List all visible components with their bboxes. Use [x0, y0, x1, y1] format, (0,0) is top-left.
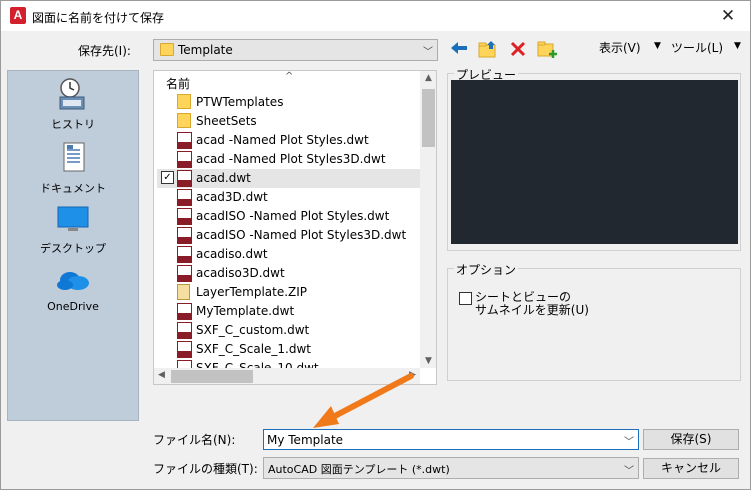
file-name: SheetSets	[196, 114, 257, 128]
file-list-item[interactable]: MyTemplate.dwt	[157, 302, 420, 321]
file-list-item[interactable]: SheetSets	[157, 112, 420, 131]
dwt-file-icon	[177, 208, 192, 225]
vertical-scrollbar[interactable]: ▲ ▼	[420, 71, 436, 368]
save-button[interactable]: 保存(S)	[643, 429, 739, 450]
file-list-item[interactable]: acad -Named Plot Styles.dwt	[157, 131, 420, 150]
file-name: LayerTemplate.ZIP	[196, 285, 308, 299]
annotation-arrow-icon	[313, 373, 414, 428]
file-list-item[interactable]: ✓ acad.dwt	[157, 169, 420, 188]
dwt-file-icon	[177, 170, 192, 187]
column-header-name[interactable]: 名前	[166, 75, 190, 92]
filetype-combo[interactable]: AutoCAD 図面テンプレート (*.dwt) ﹀	[263, 457, 639, 479]
onedrive-icon	[57, 272, 89, 290]
dwt-file-icon	[177, 265, 192, 282]
new-folder-icon[interactable]	[536, 39, 558, 59]
up-folder-icon[interactable]	[477, 39, 499, 59]
update-thumbnails-label-line2: サムネイルを更新(U)	[475, 303, 589, 317]
close-button[interactable]: ✕	[706, 1, 750, 31]
save-drawing-dialog: A 図面に名前を付けて保存 ✕ 保存先(I): Template ﹀ 表示(V)…	[0, 0, 751, 490]
place-desktop[interactable]: デスクトップ	[8, 205, 138, 256]
scroll-thumb[interactable]	[422, 89, 435, 147]
file-name: acad3D.dwt	[196, 190, 268, 204]
file-name: SXF_C_Scale_1.dwt	[196, 342, 311, 356]
documents-icon	[63, 142, 85, 172]
dwt-file-icon	[177, 227, 192, 244]
options-title: オプション	[454, 261, 519, 278]
folder-icon	[177, 94, 191, 109]
view-menu[interactable]: 表示(V)	[599, 39, 641, 56]
file-list-item[interactable]: acadiso.dwt	[157, 245, 420, 264]
file-name: acadiso3D.dwt	[196, 266, 285, 280]
dwt-file-icon	[177, 341, 192, 358]
dwt-file-icon	[177, 132, 192, 149]
dwt-file-icon	[177, 303, 192, 320]
filename-label: ファイル名(N):	[153, 433, 236, 447]
delete-icon[interactable]	[508, 39, 530, 59]
dwt-file-icon	[177, 322, 192, 339]
view-menu-label: 表示(V)	[599, 41, 641, 55]
tools-dropdown-arrow[interactable]: ▼	[734, 41, 741, 51]
place-onedrive[interactable]: OneDrive	[8, 265, 138, 313]
file-name: acad.dwt	[196, 171, 251, 185]
scroll-down-arrow[interactable]: ▼	[420, 356, 436, 366]
file-name: MyTemplate.dwt	[196, 304, 295, 318]
desktop-icon	[57, 206, 89, 231]
save-in-label: 保存先(I):	[78, 44, 131, 58]
filetype-label: ファイルの種類(T):	[153, 462, 258, 476]
scroll-up-arrow[interactable]: ▲	[420, 73, 436, 83]
update-thumbnails-checkbox[interactable]	[459, 292, 472, 305]
dwt-file-icon	[177, 189, 192, 206]
scroll-left-arrow[interactable]: ◀	[158, 370, 165, 380]
chevron-down-icon[interactable]: ﹀	[624, 433, 634, 448]
file-list-item[interactable]: acad3D.dwt	[157, 188, 420, 207]
back-arrow-icon[interactable]	[449, 39, 471, 59]
file-list-item[interactable]: PTWTemplates	[157, 93, 420, 112]
title-bar: A 図面に名前を付けて保存 ✕	[1, 1, 750, 31]
file-list-item[interactable]: acadISO -Named Plot Styles3D.dwt	[157, 226, 420, 245]
zip-file-icon	[177, 284, 190, 300]
file-name: SXF_C_custom.dwt	[196, 323, 310, 337]
place-label: デスクトップ	[40, 242, 106, 255]
save-in-value: Template	[178, 43, 233, 57]
folder-icon	[177, 113, 191, 128]
file-list-item[interactable]: SXF_C_custom.dwt	[157, 321, 420, 340]
scroll-thumb[interactable]	[171, 370, 253, 383]
autocad-app-icon: A	[10, 7, 26, 24]
place-label: ヒストリ	[51, 118, 95, 131]
file-list-item[interactable]: acadISO -Named Plot Styles.dwt	[157, 207, 420, 226]
cancel-button[interactable]: キャンセル	[643, 458, 739, 479]
file-name: acad -Named Plot Styles3D.dwt	[196, 152, 386, 166]
options-group: オプション	[447, 261, 741, 381]
sort-ascending-icon: ^	[285, 71, 294, 82]
preview-image	[451, 80, 738, 244]
chevron-down-icon: ﹀	[423, 47, 433, 58]
file-name: acadISO -Named Plot Styles3D.dwt	[196, 228, 407, 242]
view-dropdown-arrow[interactable]: ▼	[654, 41, 661, 51]
filetype-value: AutoCAD 図面テンプレート (*.dwt)	[268, 463, 450, 476]
file-list-item[interactable]: acadiso3D.dwt	[157, 264, 420, 283]
file-name: acad -Named Plot Styles.dwt	[196, 133, 369, 147]
places-bar: ヒストリ ドキュメント デスクトップ OneDrive	[7, 70, 139, 421]
file-name: acadISO -Named Plot Styles.dwt	[196, 209, 390, 223]
file-name: acadiso.dwt	[196, 247, 268, 261]
save-in-combo[interactable]: Template ﹀	[153, 39, 438, 61]
chevron-down-icon: ﹀	[624, 466, 634, 477]
file-list-item[interactable]: LayerTemplate.ZIP	[157, 283, 420, 302]
window-title: 図面に名前を付けて保存	[32, 11, 165, 25]
tools-menu-label: ツール(L)	[671, 41, 724, 55]
tools-menu[interactable]: ツール(L)	[671, 39, 723, 56]
dwt-file-icon	[177, 151, 192, 168]
place-label: ドキュメント	[40, 182, 106, 195]
file-list-item[interactable]: SXF_C_Scale_1.dwt	[157, 340, 420, 359]
history-icon	[59, 78, 85, 110]
place-documents[interactable]: ドキュメント	[8, 141, 138, 196]
file-list[interactable]: ^ 名前 PTWTemplates SheetSets acad -Named Pl…	[153, 70, 437, 385]
file-list-item[interactable]: acad -Named Plot Styles3D.dwt	[157, 150, 420, 169]
folder-icon	[160, 43, 174, 56]
file-name: PTWTemplates	[196, 95, 284, 109]
place-label: OneDrive	[47, 300, 99, 313]
place-history[interactable]: ヒストリ	[8, 77, 138, 132]
dwt-file-icon	[177, 246, 192, 263]
item-checkbox[interactable]: ✓	[161, 171, 174, 184]
